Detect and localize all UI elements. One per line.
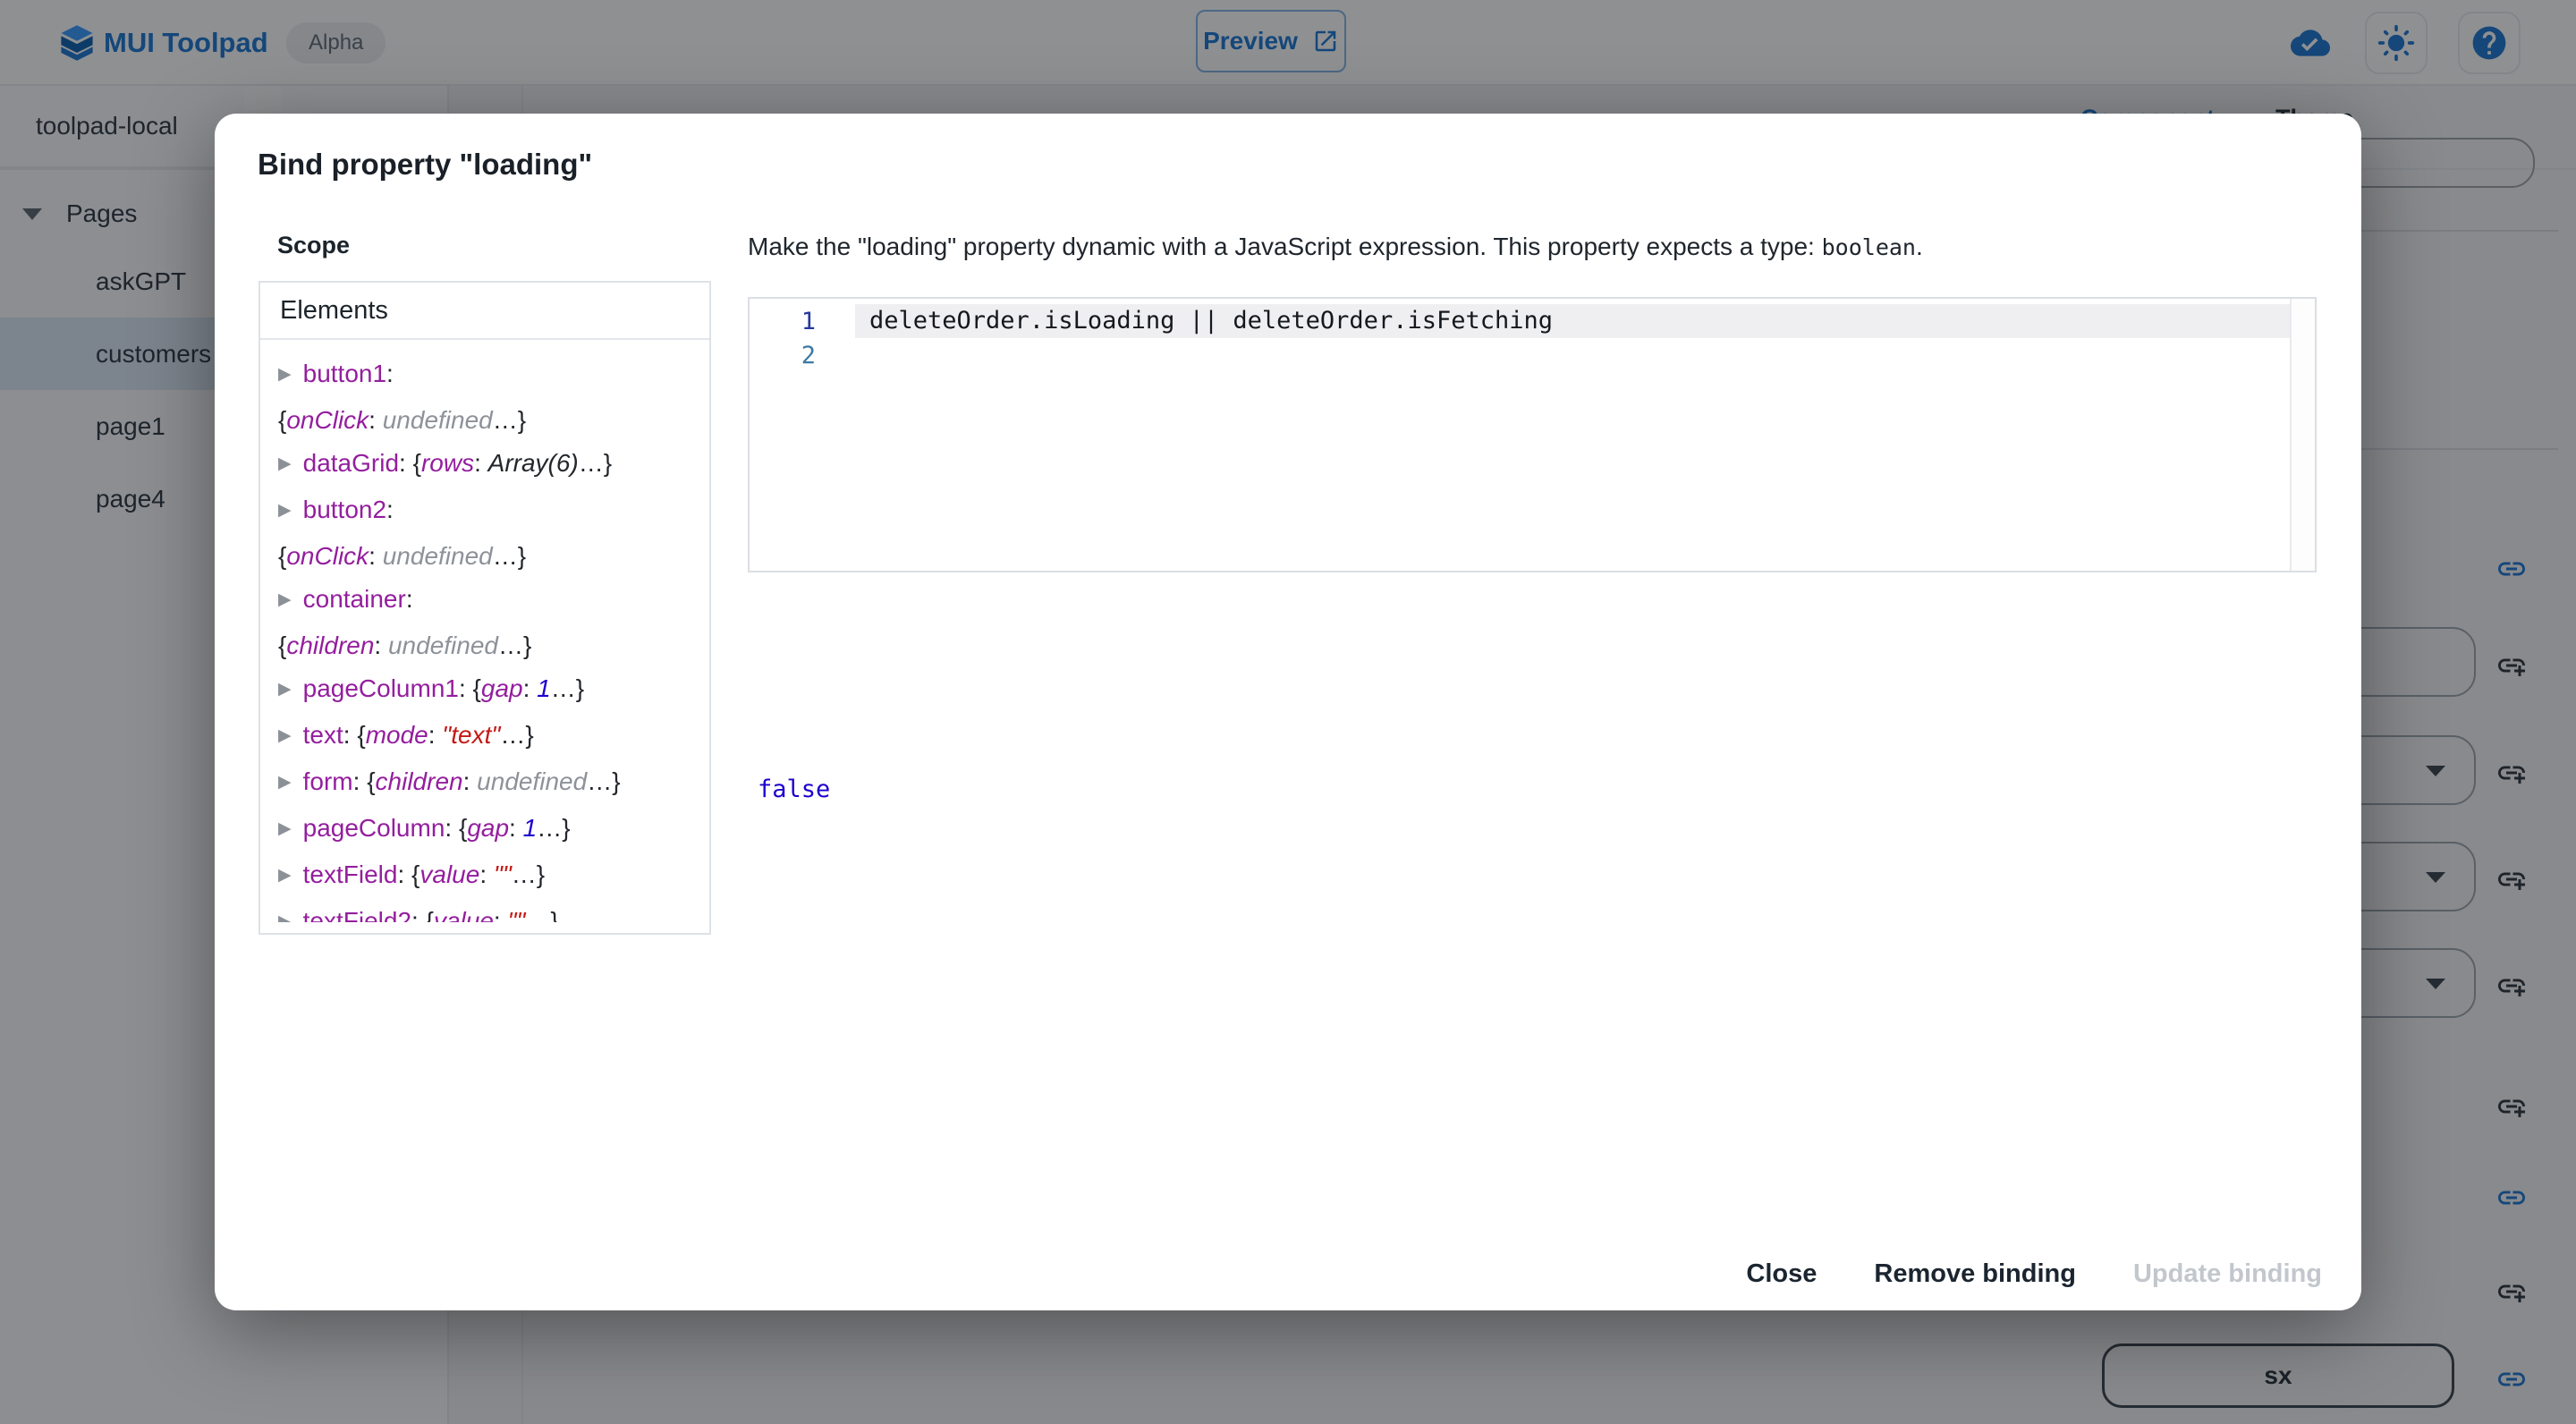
evaluated-result: false bbox=[758, 776, 830, 803]
expand-arrow-icon[interactable]: ▶ bbox=[278, 808, 292, 851]
scope-elements-box: Elements ▶button1: {onClick: undefined…}… bbox=[258, 281, 711, 935]
expand-arrow-icon[interactable]: ▶ bbox=[278, 489, 292, 532]
element-tree-item-pageColumn[interactable]: ▶pageColumn: {gap: 1…} bbox=[278, 807, 693, 853]
expand-arrow-icon[interactable]: ▶ bbox=[278, 854, 292, 897]
line-number: 1 bbox=[750, 308, 855, 335]
description-type-code: boolean bbox=[1822, 234, 1916, 260]
code-text bbox=[855, 338, 2290, 372]
line-number: 2 bbox=[750, 342, 855, 369]
element-tree-item-dataGrid[interactable]: ▶dataGrid: {rows: Array(6)…} bbox=[278, 442, 693, 488]
element-tree-item-text[interactable]: ▶text: {mode: "text"…} bbox=[278, 714, 693, 760]
code-text: deleteOrder.isLoading || deleteOrder.isF… bbox=[855, 304, 2290, 338]
expand-arrow-icon[interactable]: ▶ bbox=[278, 353, 292, 396]
expand-arrow-icon[interactable]: ▶ bbox=[278, 668, 292, 711]
dialog-title: Bind property "loading" bbox=[258, 148, 592, 182]
element-tree-item-form[interactable]: ▶form: {children: undefined…} bbox=[278, 760, 693, 807]
expand-arrow-icon[interactable]: ▶ bbox=[278, 901, 292, 922]
editor-scrollbar[interactable] bbox=[2290, 299, 2315, 571]
update-binding-button[interactable]: Update binding bbox=[2133, 1259, 2322, 1289]
bind-property-dialog: Bind property "loading" Scope Elements ▶… bbox=[215, 114, 2361, 1310]
expression-code-editor[interactable]: 1deleteOrder.isLoading || deleteOrder.is… bbox=[748, 297, 2317, 572]
close-button[interactable]: Close bbox=[1746, 1259, 1817, 1289]
editor-line-1[interactable]: 1deleteOrder.isLoading || deleteOrder.is… bbox=[750, 304, 2315, 338]
elements-tree: ▶button1: {onClick: undefined…}▶dataGrid… bbox=[260, 340, 709, 922]
description-period: . bbox=[1916, 233, 1923, 260]
dialog-footer: Close Remove binding Update binding bbox=[1746, 1259, 2322, 1289]
element-tree-item-button1[interactable]: ▶button1: {onClick: undefined…} bbox=[278, 352, 693, 442]
expand-arrow-icon[interactable]: ▶ bbox=[278, 579, 292, 622]
element-tree-item-pageColumn1[interactable]: ▶pageColumn1: {gap: 1…} bbox=[278, 667, 693, 714]
expand-arrow-icon[interactable]: ▶ bbox=[278, 715, 292, 758]
element-tree-item-container[interactable]: ▶container: {children: undefined…} bbox=[278, 578, 693, 667]
editor-lines: 1deleteOrder.isLoading || deleteOrder.is… bbox=[750, 304, 2315, 372]
element-tree-item-textField[interactable]: ▶textField: {value: ""…} bbox=[278, 853, 693, 900]
expand-arrow-icon[interactable]: ▶ bbox=[278, 761, 292, 804]
elements-header: Elements bbox=[260, 283, 709, 340]
expand-arrow-icon[interactable]: ▶ bbox=[278, 443, 292, 486]
remove-binding-button[interactable]: Remove binding bbox=[1874, 1259, 2076, 1289]
description-text: Make the "loading" property dynamic with… bbox=[748, 233, 1822, 260]
element-tree-item-textField2[interactable]: ▶textField2: {value: ""…} bbox=[278, 900, 693, 922]
dialog-description: Make the "loading" property dynamic with… bbox=[748, 233, 2322, 261]
toolpad-app-screen: MUI Toolpad Alpha Preview toolpad-local … bbox=[0, 0, 2576, 1424]
scope-label: Scope bbox=[277, 232, 350, 259]
editor-line-2[interactable]: 2 bbox=[750, 338, 2315, 372]
element-tree-item-button2[interactable]: ▶button2: {onClick: undefined…} bbox=[278, 488, 693, 578]
